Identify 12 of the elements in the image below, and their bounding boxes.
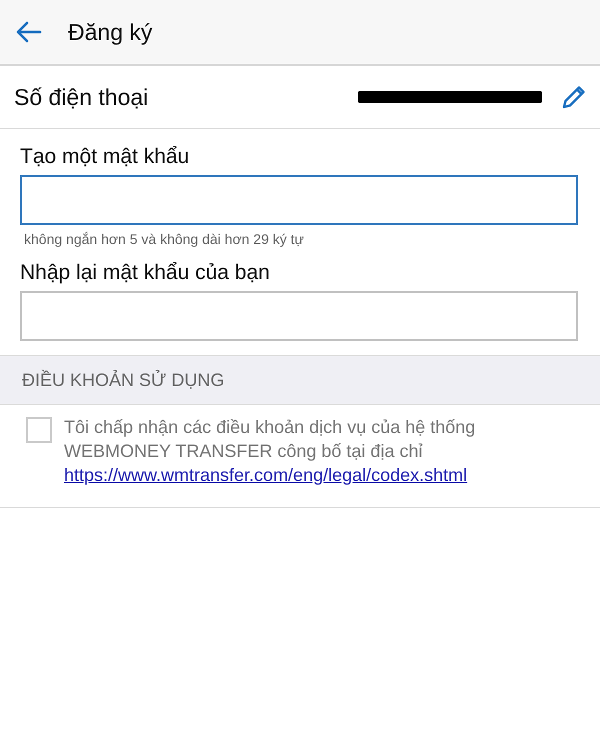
back-button[interactable] — [16, 21, 42, 43]
field-label: Nhập lại mật khẩu của bạn — [20, 261, 271, 285]
terms-link[interactable]: https://www.wmtransfer.com/eng/legal/codex.shtml — [64, 465, 468, 485]
section-header: ĐIỀU KHOẢN SỬ DỤNG — [0, 356, 600, 405]
checkbox[interactable] — [26, 417, 52, 443]
field-label: Số điện thoại — [14, 84, 148, 110]
password-field[interactable] — [20, 291, 578, 341]
terms-text: Tôi chấp nhận các điều khoản dịch vụ của hệ thống WEBMONEY TRANSFER công bố tại địa chỉ https://www.wmtransfer.com/eng/legal/codex.shtml — [64, 416, 476, 487]
screen-title: Đăng ký — [68, 18, 152, 46]
password-field[interactable] — [20, 175, 578, 225]
field-label: Tạo một mật khẩu — [20, 145, 190, 169]
hint-text: không ngắn hơn 5 và không dài hơn 29 ký tự — [24, 231, 305, 247]
